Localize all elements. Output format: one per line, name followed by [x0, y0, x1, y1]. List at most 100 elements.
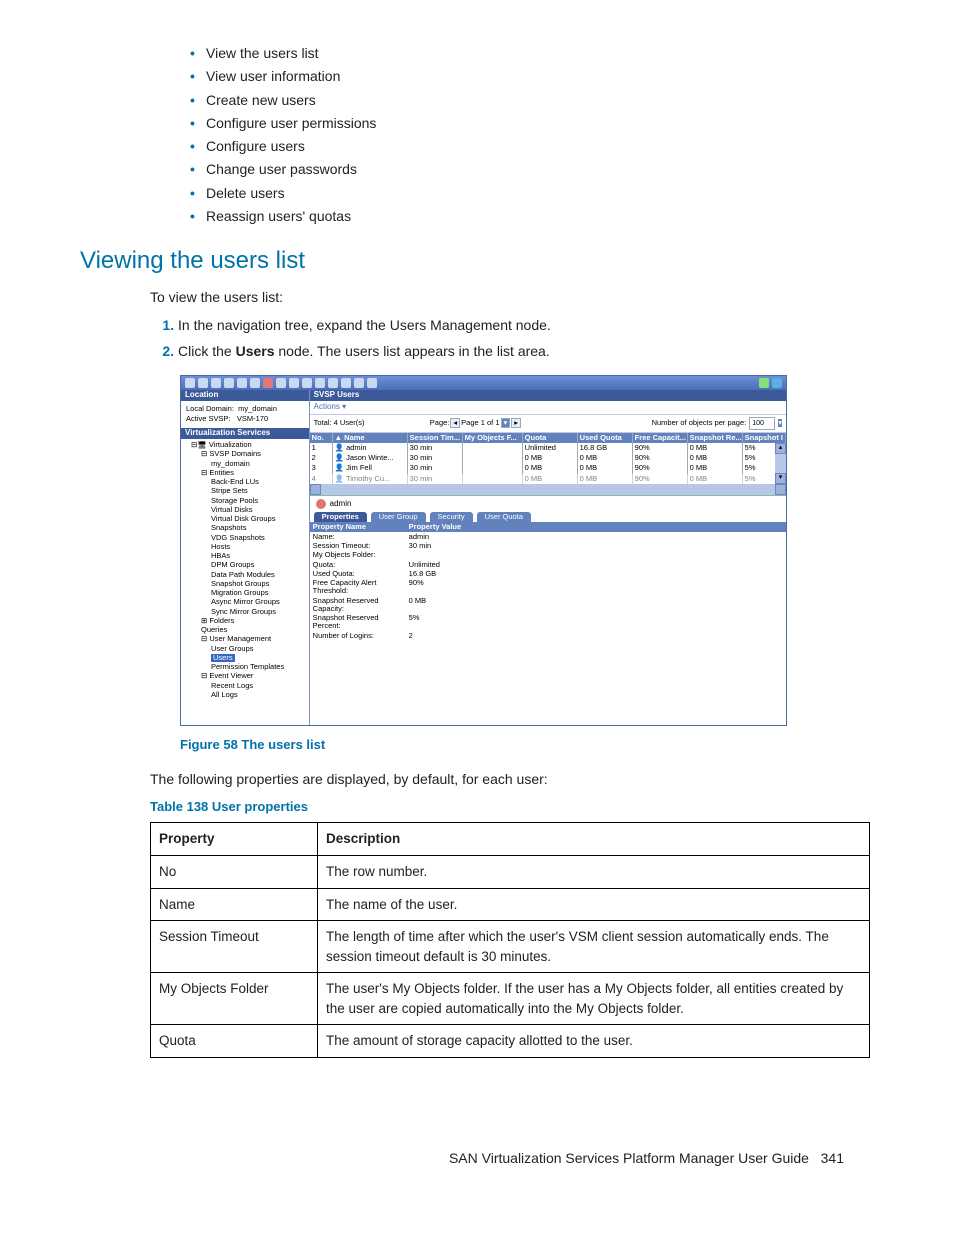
tree-node[interactable]: Sync Mirror Groups — [183, 607, 307, 616]
step-item: In the navigation tree, expand the Users… — [178, 315, 874, 335]
tree-node[interactable]: HBAs — [183, 552, 307, 561]
panel-title: SVSP Users — [310, 390, 786, 401]
list-item: Delete users — [190, 183, 874, 203]
col-myobj[interactable]: My Objects F... — [463, 433, 523, 443]
tree-node[interactable]: ⊟🖥 Virtualization — [183, 441, 307, 450]
scrollbar-horizontal[interactable] — [310, 484, 786, 495]
col-used-quota[interactable]: Used Quota — [578, 433, 633, 443]
page-info: Page 1 of 1 — [461, 419, 499, 427]
scroll-right-icon[interactable] — [775, 484, 786, 495]
tree-node[interactable]: ⊟ Event Viewer — [183, 672, 307, 681]
actions-menu[interactable]: Actions ▾ — [310, 401, 786, 414]
objs-dropdown[interactable]: ▾ — [778, 419, 782, 427]
step-text: node. The users list appears in the list… — [275, 343, 550, 359]
toolbar-icon[interactable] — [211, 378, 221, 388]
tree-node[interactable]: Back-End LUs — [183, 478, 307, 487]
following-text: The following properties are displayed, … — [150, 769, 874, 789]
tab-properties[interactable]: Properties — [314, 512, 367, 522]
tree-node[interactable]: ⊟ User Management — [183, 635, 307, 644]
page-dropdown[interactable]: ▾ — [501, 418, 511, 428]
toolbar-icon[interactable] — [302, 378, 312, 388]
tree-node-users[interactable]: Users — [183, 653, 307, 662]
toolbar-icon[interactable] — [250, 378, 260, 388]
page-next-button[interactable]: ▸ — [511, 418, 521, 428]
prop-row: Quota:Unlimited — [310, 560, 786, 569]
scroll-left-icon[interactable] — [310, 484, 321, 495]
table-row[interactable]: 1👤 admin30 minUnlimited16.8 GB90%0 MB5% — [310, 443, 786, 453]
toolbar-icon[interactable] — [289, 378, 299, 388]
col-free-cap[interactable]: Free Capacit... — [633, 433, 688, 443]
toolbar-icon[interactable] — [263, 378, 273, 388]
tree-node[interactable]: DPM Groups — [183, 561, 307, 570]
objs-input[interactable] — [749, 417, 775, 430]
tree-node[interactable]: Queries — [183, 626, 307, 635]
toolbar-icon[interactable] — [367, 378, 377, 388]
tree-node[interactable]: Virtual Disk Groups — [183, 515, 307, 524]
refresh-icon[interactable] — [772, 378, 782, 388]
footer-title: SAN Virtualization Services Platform Man… — [449, 1150, 809, 1166]
table-row[interactable]: 4👤 Timothy Cu...30 min0 MB0 MB90%0 MB5% — [310, 474, 786, 484]
tree-node[interactable]: All Logs — [183, 690, 307, 699]
toolbar-icon[interactable] — [328, 378, 338, 388]
tab-user-group[interactable]: User Group — [371, 512, 426, 522]
tree-node[interactable]: Virtual Disks — [183, 505, 307, 514]
tree-node[interactable]: Snapshot Groups — [183, 579, 307, 588]
scrollbar-vertical[interactable]: ▴▾ — [775, 443, 786, 484]
table-row[interactable]: 3👤 Jim Fell30 min0 MB0 MB90%0 MB5% — [310, 463, 786, 473]
tree-node[interactable]: Recent Logs — [183, 681, 307, 690]
scroll-down-icon[interactable]: ▾ — [775, 473, 786, 484]
tree-node[interactable]: Hosts — [183, 542, 307, 551]
toolbar-icon[interactable] — [354, 378, 364, 388]
tree-node[interactable]: Async Mirror Groups — [183, 598, 307, 607]
col-quota[interactable]: Quota — [523, 433, 578, 443]
list-item: Create new users — [190, 90, 874, 110]
col-name[interactable]: ▲ Name — [333, 433, 408, 443]
grid-body: 1👤 admin30 minUnlimited16.8 GB90%0 MB5% … — [310, 443, 786, 484]
tree-node[interactable]: VDG Snapshots — [183, 533, 307, 542]
toolbar-icon[interactable] — [276, 378, 286, 388]
table-row: My Objects FolderThe user's My Objects f… — [151, 973, 870, 1025]
tree-node[interactable]: User Groups — [183, 644, 307, 653]
toolbar-icon[interactable] — [185, 378, 195, 388]
scroll-up-icon[interactable]: ▴ — [775, 443, 786, 454]
help-icon[interactable] — [759, 378, 769, 388]
step-text: Click the — [178, 343, 236, 359]
tree-node[interactable]: ⊟ SVSP Domains — [183, 450, 307, 459]
table-row: NameThe name of the user. — [151, 888, 870, 921]
toolbar-icon[interactable] — [224, 378, 234, 388]
total-count: Total: 4 User(s) — [314, 419, 365, 427]
list-item: Change user passwords — [190, 159, 874, 179]
toolbar-icon[interactable] — [341, 378, 351, 388]
table-header: Property — [151, 823, 318, 856]
toolbar-icon[interactable] — [315, 378, 325, 388]
tree-node[interactable]: ⊟ Entities — [183, 468, 307, 477]
page-number: 341 — [821, 1150, 844, 1166]
props-header: Property NameProperty Value — [310, 522, 786, 532]
nav-tree[interactable]: ⊟🖥 Virtualization ⊟ SVSP Domains my_doma… — [181, 439, 309, 706]
page-footer: SAN Virtualization Services Platform Man… — [80, 1148, 874, 1168]
toolbar-icon[interactable] — [237, 378, 247, 388]
col-session[interactable]: Session Tim... — [408, 433, 463, 443]
tree-node[interactable]: Data Path Modules — [183, 570, 307, 579]
tree-node[interactable]: ⊞ Folders — [183, 616, 307, 625]
feature-bullet-list: View the users list View user informatio… — [190, 43, 874, 226]
tree-node[interactable]: Snapshots — [183, 524, 307, 533]
prop-row: Session Timeout:30 min — [310, 542, 786, 551]
page-prev-button[interactable]: ◂ — [450, 418, 460, 428]
tree-node[interactable]: Permission Templates — [183, 663, 307, 672]
app-screenshot: Location Local Domain: my_domain Active … — [180, 375, 787, 726]
col-no[interactable]: No. — [310, 433, 333, 443]
toolbar-icon[interactable] — [198, 378, 208, 388]
tab-user-quota[interactable]: User Quota — [477, 512, 531, 522]
tree-node[interactable]: Migration Groups — [183, 589, 307, 598]
col-snap-i[interactable]: Snapshot I — [743, 433, 786, 443]
col-snap-res[interactable]: Snapshot Re... — [688, 433, 743, 443]
tree-node[interactable]: my_domain — [183, 459, 307, 468]
objs-label: Number of objects per page: — [652, 419, 747, 427]
tree-node[interactable]: Storage Pools — [183, 496, 307, 505]
steps-list: In the navigation tree, expand the Users… — [150, 315, 874, 361]
list-item: View the users list — [190, 43, 874, 63]
tab-security[interactable]: Security — [430, 512, 473, 522]
tree-node[interactable]: Stripe Sets — [183, 487, 307, 496]
table-row[interactable]: 2👤 Jason Winte...30 min0 MB0 MB90%0 MB5% — [310, 453, 786, 463]
